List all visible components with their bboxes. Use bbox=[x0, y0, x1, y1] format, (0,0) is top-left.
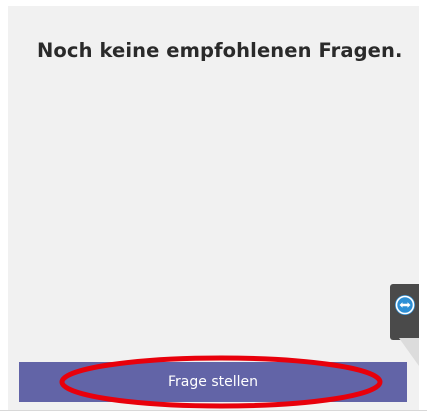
ask-question-button[interactable]: Frage stellen bbox=[19, 362, 407, 402]
empty-state-message: Noch keine empfohlenen Fragen. bbox=[37, 39, 403, 62]
bottom-divider bbox=[0, 410, 427, 411]
remote-support-icon bbox=[395, 295, 415, 315]
side-support-tab[interactable] bbox=[390, 284, 419, 340]
questions-view: Noch keine empfohlenen Fragen. Frage ste… bbox=[0, 0, 427, 419]
questions-panel: Noch keine empfohlenen Fragen. bbox=[8, 6, 419, 410]
